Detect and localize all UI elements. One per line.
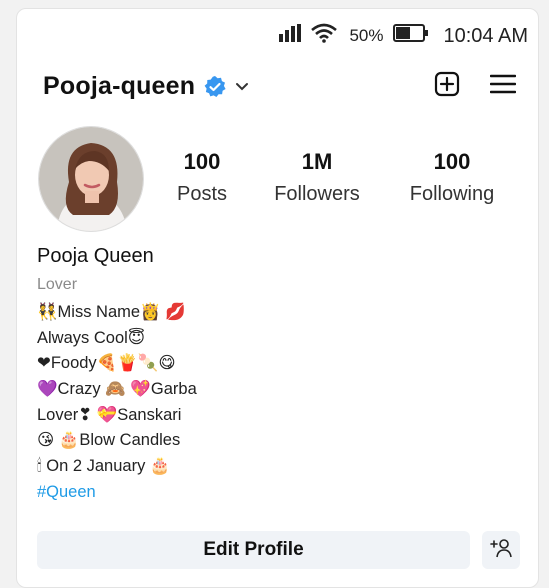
stat-following[interactable]: 100 Following [397,149,507,206]
profile-header: Pooja-queen [43,71,517,102]
wifi-icon [311,23,338,49]
edit-profile-button[interactable]: Edit Profile [37,531,470,569]
menu-icon[interactable] [489,73,517,100]
avatar[interactable] [38,126,144,232]
chevron-down-icon[interactable] [235,82,249,92]
posts-count: 100 [183,149,221,174]
bio-line: 💜Crazy 🙈 💖Garba [37,380,197,399]
add-friend-button[interactable] [482,531,520,569]
bio-line: ❤Foody🍕🍟🍡😋 [37,354,176,373]
followers-label: Followers [274,183,360,205]
create-post-icon[interactable] [434,71,460,102]
profile-card: 50% 10:04 AM Pooja-queen 100 Posts 1M Fo… [16,8,539,588]
bio-section: Pooja Queen Lover 👯Miss Name👸 💋 Always C… [37,245,497,505]
bio-line: Always Cool😇 [37,328,145,347]
battery-icon [393,24,429,48]
stat-followers[interactable]: 1M Followers [262,149,372,206]
verified-badge-icon [203,75,227,99]
posts-label: Posts [176,183,228,205]
bio-line: 👯Miss Name👸 💋 [37,303,186,321]
stat-posts[interactable]: 100 Posts [147,149,257,206]
bio-line: Lover❣ 💝Sanskari [37,405,182,424]
hashtag-link[interactable]: #Queen [37,480,497,505]
battery-percent: 50% [349,26,384,45]
category-label: Lover [37,276,78,293]
clock: 10:04 AM [443,24,528,47]
following-count: 100 [433,149,471,174]
bio-line: 🕯 On 2 January 🎂 [37,457,171,476]
username[interactable]: Pooja-queen [43,72,195,101]
header-actions [434,71,517,102]
following-label: Following [409,183,495,205]
bio-line: 😘 🎂Blow Candles [37,431,181,450]
add-person-icon [490,538,512,563]
signal-icon [279,24,302,48]
display-name: Pooja Queen [37,245,154,267]
followers-count: 1M [301,149,333,174]
status-bar: 50% 10:04 AM [279,23,528,49]
